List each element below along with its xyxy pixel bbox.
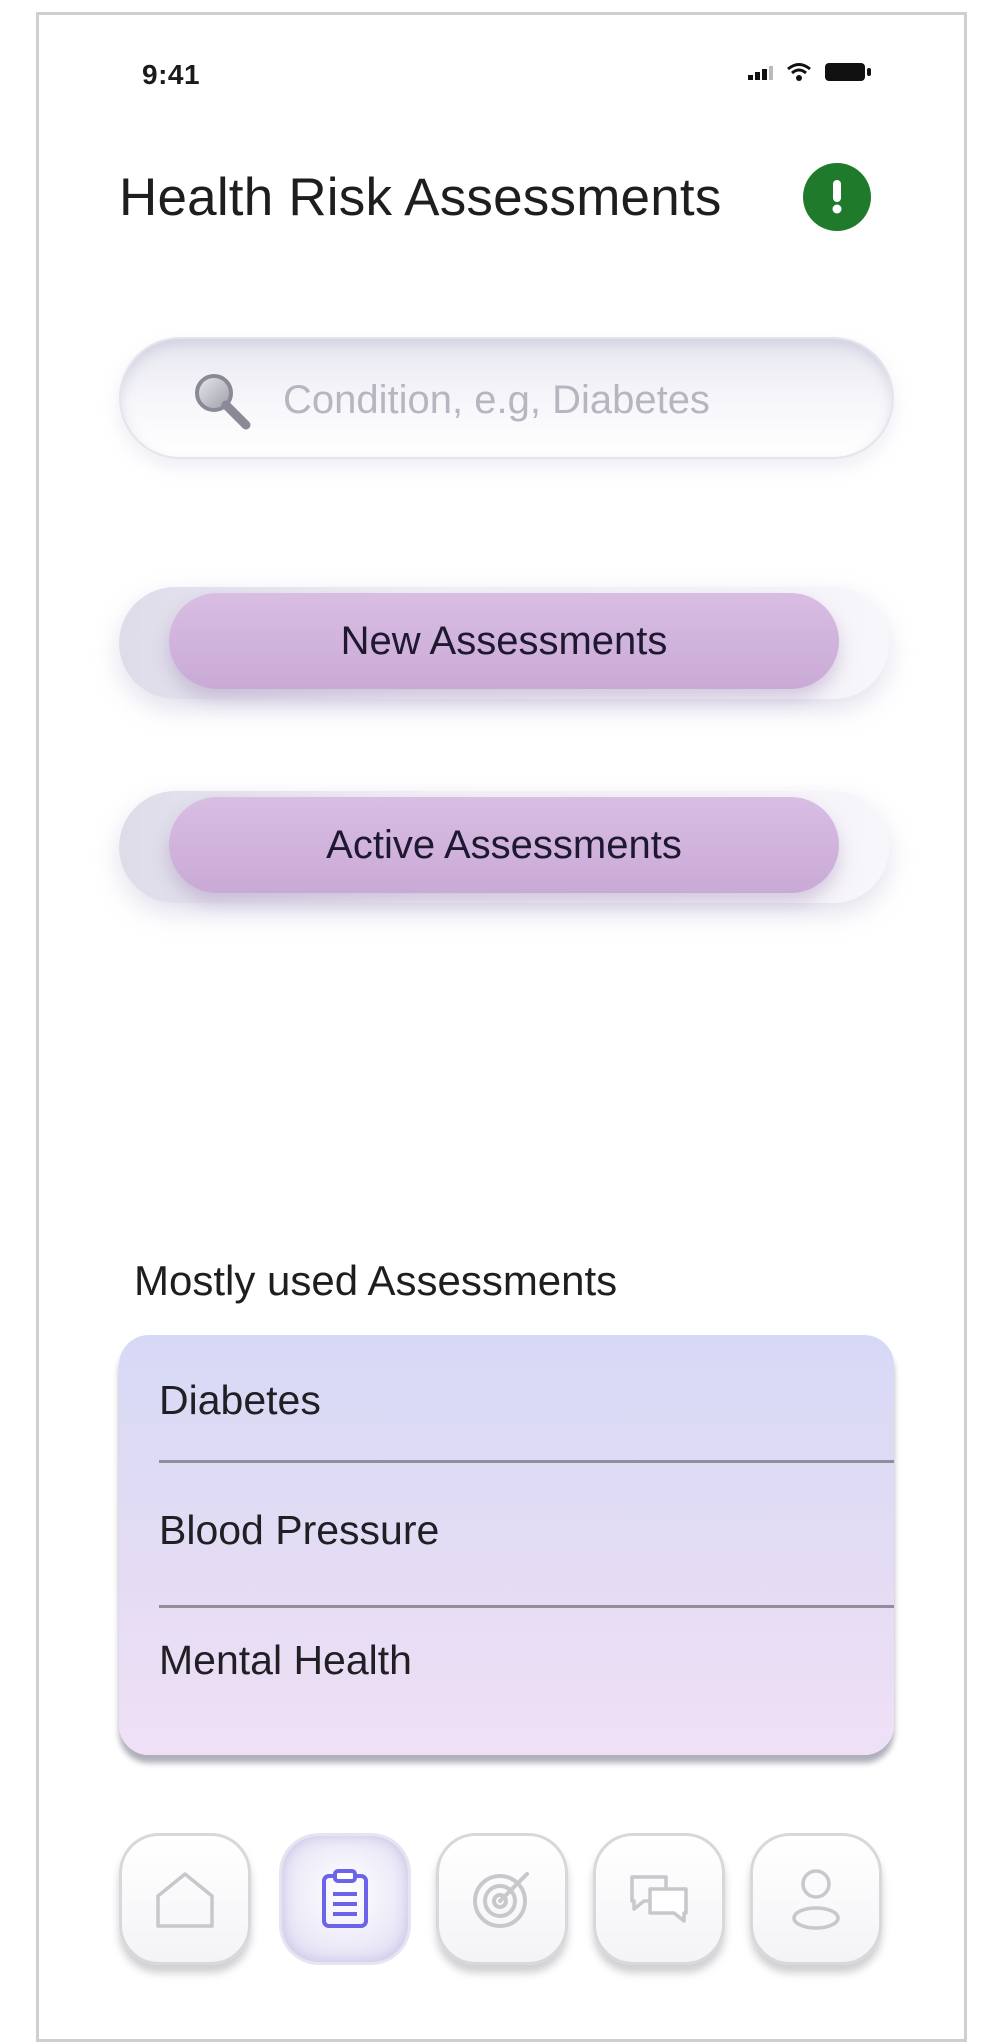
alert-button[interactable]: [803, 163, 871, 231]
exclamation-icon: [832, 180, 842, 214]
nav-profile-button[interactable]: [750, 1833, 882, 1965]
nav-messages-button[interactable]: [593, 1833, 725, 1965]
status-time: 9:41: [142, 59, 201, 90]
list-item-blood-pressure[interactable]: Blood Pressure: [159, 1465, 894, 1595]
active-assessments-track: Active Assessments: [119, 791, 889, 903]
nav-home-button[interactable]: [119, 1833, 251, 1965]
signal-icon: [748, 66, 773, 80]
list-item-diabetes[interactable]: Diabetes: [159, 1335, 894, 1465]
wifi-icon: [787, 63, 811, 81]
phone-frame: 9:41 Health Risk Assessments Condition, …: [36, 12, 967, 2042]
list-item-mental-health[interactable]: Mental Health: [159, 1595, 894, 1725]
section-title-mostly-used: Mostly used Assessments: [134, 1257, 618, 1304]
search-bar[interactable]: [119, 337, 894, 459]
bottom-navigation: [119, 1833, 909, 1973]
mostly-used-list: Diabetes Blood Pressure Mental Health: [119, 1335, 894, 1755]
profile-icon: [792, 1869, 840, 1930]
chat-icon: [630, 1875, 688, 1923]
home-icon: [156, 1872, 214, 1928]
nav-assessments-button[interactable]: [279, 1833, 411, 1965]
search-input[interactable]: [281, 367, 845, 433]
page-title: Health Risk Assessments: [119, 168, 722, 227]
status-icons: [748, 61, 872, 83]
active-assessments-button[interactable]: Active Assessments: [169, 797, 839, 893]
status-bar: 9:41: [39, 15, 964, 125]
battery-icon: [825, 63, 871, 81]
nav-goals-button[interactable]: [436, 1833, 568, 1965]
target-icon: [473, 1872, 529, 1928]
clipboard-icon: [322, 1869, 368, 1928]
search-icon: [195, 374, 251, 430]
new-assessments-button[interactable]: New Assessments: [169, 593, 839, 689]
new-assessments-track: New Assessments: [119, 587, 889, 699]
list-divider: [159, 1460, 894, 1463]
